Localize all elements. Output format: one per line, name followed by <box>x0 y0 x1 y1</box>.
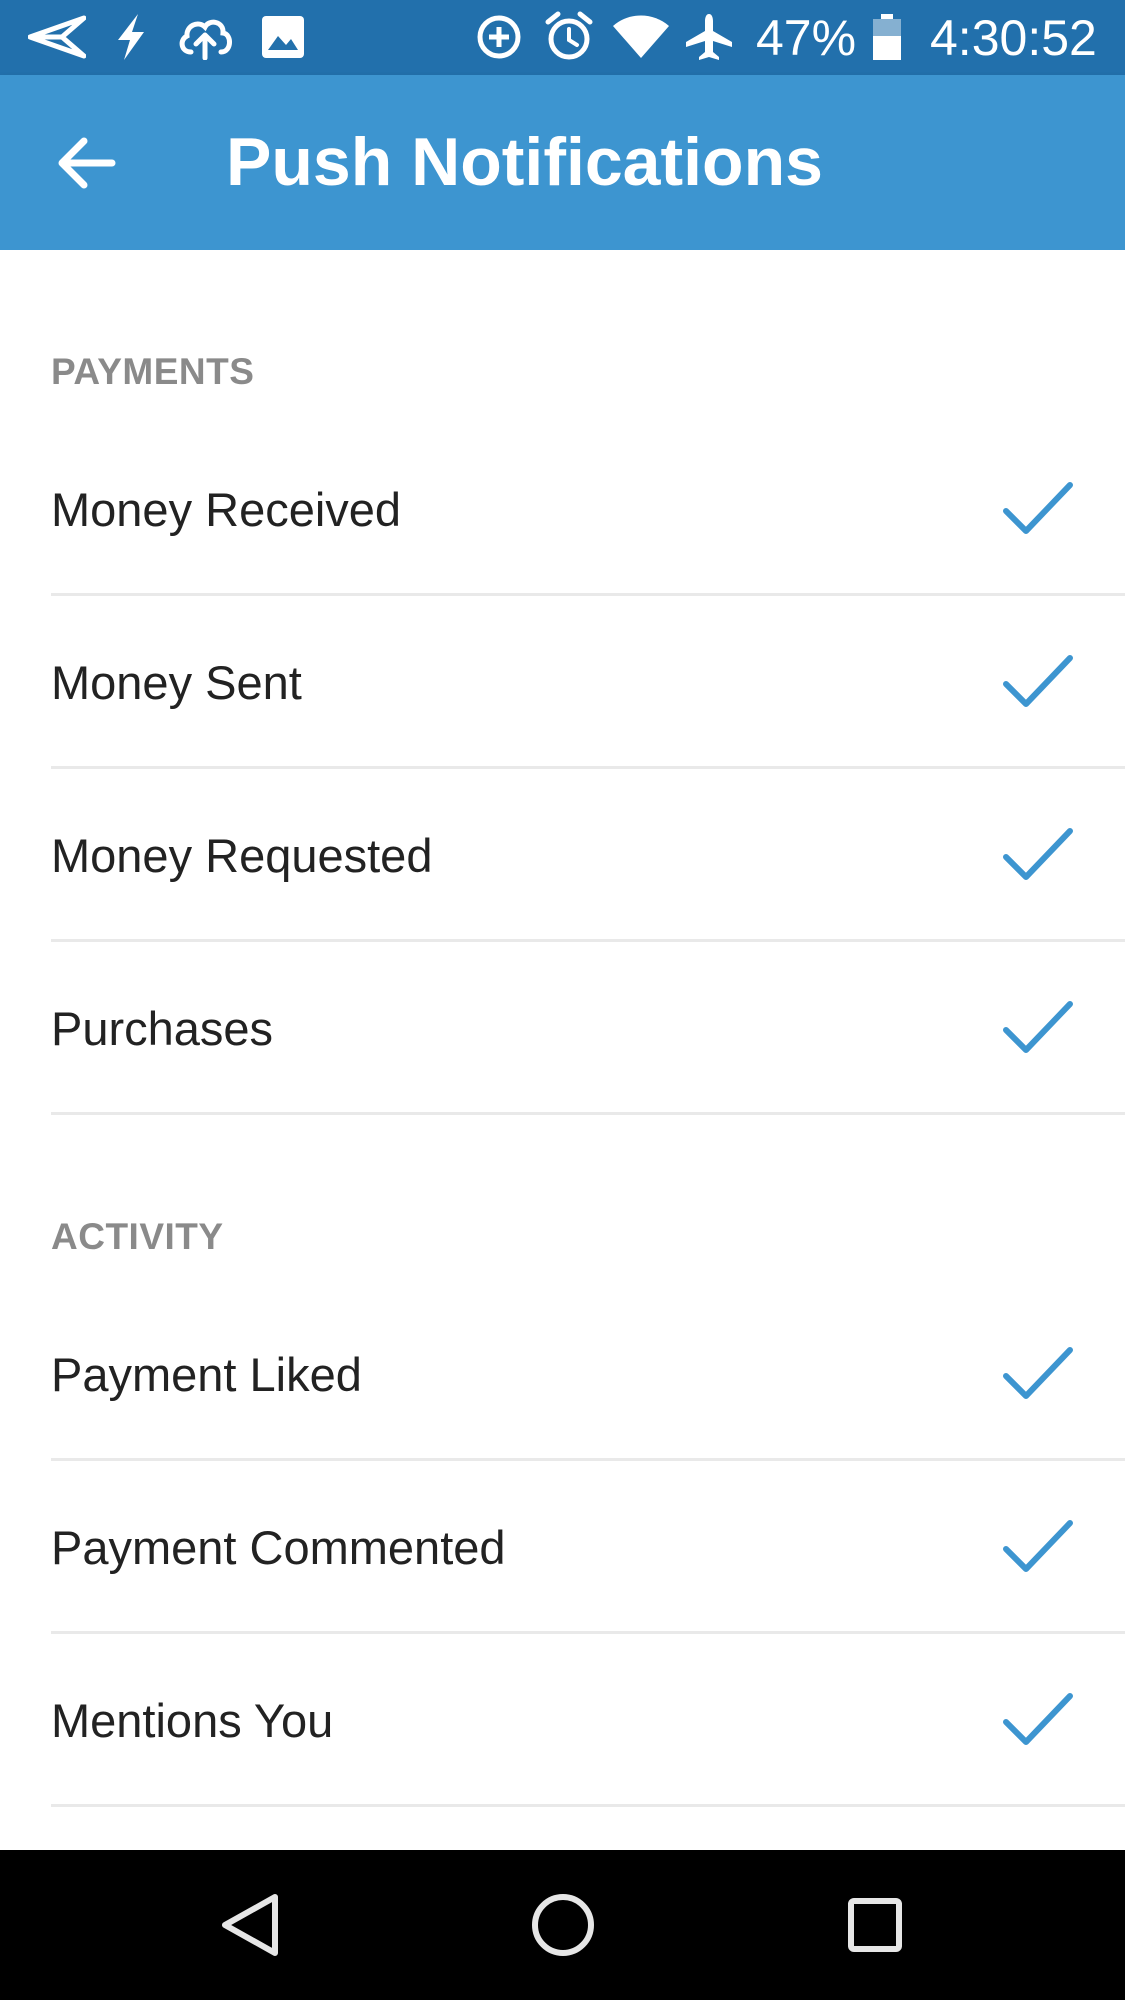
item-label: Money Received <box>51 483 402 536</box>
list-item-money-requested[interactable]: Money Requested <box>0 769 1125 942</box>
list-item-mentions-you[interactable]: Mentions You <box>0 1634 1125 1807</box>
item-label: Money Requested <box>51 829 433 882</box>
item-label: Money Sent <box>51 656 302 709</box>
check-icon <box>1003 1347 1073 1399</box>
arrow-back-icon <box>58 137 116 189</box>
check-icon <box>1003 1520 1073 1572</box>
battery-icon <box>873 14 901 60</box>
check-icon <box>1003 482 1073 534</box>
divider <box>51 1112 1125 1115</box>
section-header-payments: PAYMENTS <box>51 351 255 392</box>
back-button[interactable] <box>44 119 132 207</box>
check-icon <box>1003 1693 1073 1745</box>
item-label: Payment Commented <box>51 1521 506 1574</box>
item-label: Purchases <box>51 1002 274 1055</box>
item-label: Payment Liked <box>51 1348 362 1401</box>
nav-back-icon <box>222 1894 278 1956</box>
nav-home-icon <box>532 1894 594 1956</box>
check-icon <box>1003 1001 1073 1053</box>
alarm-icon <box>545 11 593 60</box>
navigation-bar <box>0 1850 1125 2000</box>
list-item-payment-commented[interactable]: Payment Commented <box>0 1461 1125 1634</box>
nav-home-button[interactable] <box>508 1875 618 1975</box>
list-item-money-sent[interactable]: Money Sent <box>0 596 1125 769</box>
item-label: Mentions You <box>51 1694 334 1747</box>
nav-recents-icon <box>848 1898 902 1952</box>
section-header-activity: ACTIVITY <box>51 1216 224 1257</box>
app-bar: Push Notifications <box>0 75 1125 250</box>
nav-back-button[interactable] <box>195 1875 305 1975</box>
list-item-purchases[interactable]: Purchases <box>0 942 1125 1115</box>
check-icon <box>1003 828 1073 880</box>
wifi-icon <box>613 15 669 58</box>
cloud-upload-icon <box>179 19 232 60</box>
data-saver-icon <box>477 15 521 59</box>
settings-list: PAYMENTS Money Received Money Sent Money… <box>0 250 1125 1850</box>
airplane-mode-icon <box>686 14 732 60</box>
send-icon <box>28 15 86 59</box>
battery-percent: 47% <box>756 10 857 66</box>
image-icon <box>262 16 304 58</box>
divider <box>51 1804 1125 1807</box>
check-icon <box>1003 655 1073 707</box>
list-item-money-received[interactable]: Money Received <box>0 423 1125 596</box>
nav-recents-button[interactable] <box>820 1875 930 1975</box>
flash-icon <box>118 14 144 60</box>
clock: 4:30:52 <box>930 10 1097 66</box>
page-title: Push Notifications <box>226 124 823 200</box>
status-bar: 47% 4:30:52 <box>0 0 1125 75</box>
list-item-payment-liked[interactable]: Payment Liked <box>0 1288 1125 1461</box>
